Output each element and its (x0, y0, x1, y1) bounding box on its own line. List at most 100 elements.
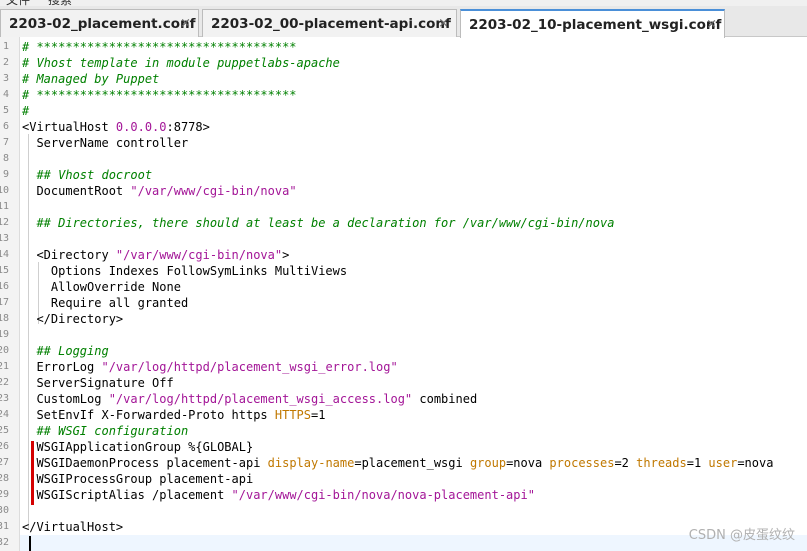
close-icon[interactable]: × (438, 16, 449, 31)
code-token: <Directory (22, 248, 116, 262)
tab-placement-api-conf[interactable]: 2203-02_00-placement-api.conf × (202, 9, 457, 37)
line-number: 6 (2, 121, 9, 132)
code-text: WSGIDaemonProcess placement-api display-… (22, 455, 773, 471)
code-token: > (282, 248, 290, 262)
line-number: 16 (0, 281, 9, 292)
code-token: "/var/www/cgi-bin/nova/nova-placement-ap… (231, 488, 535, 502)
code-line[interactable]: 8 (0, 151, 807, 167)
code-line[interactable]: 27 WSGIDaemonProcess placement-api displ… (0, 455, 807, 471)
text-cursor (29, 536, 31, 551)
line-number: 15 (0, 265, 9, 276)
line-number: 10 (0, 185, 9, 196)
code-text: SetEnvIf X-Forwarded-Proto https HTTPS=1 (22, 407, 325, 423)
line-number: 30 (0, 505, 9, 516)
code-token: ServerName controller (22, 136, 189, 150)
line-number: 32 (0, 537, 9, 548)
code-line[interactable]: 23 CustomLog "/var/log/httpd/placement_w… (0, 391, 807, 407)
code-line[interactable]: 1 # ************************************ (0, 39, 807, 55)
code-token: user (708, 456, 738, 470)
code-token: # ************************************ (22, 40, 297, 54)
code-line[interactable]: 30 (0, 503, 807, 519)
code-line[interactable]: 15 Options Indexes FollowSymLinks MultiV… (0, 263, 807, 279)
code-token: "/var/www/cgi-bin/nova" (130, 184, 297, 198)
code-text: WSGIProcessGroup placement-api (22, 471, 253, 487)
code-token: "/var/log/httpd/placement_wsgi_access.lo… (108, 392, 413, 406)
code-line[interactable]: 3 # Managed by Puppet (0, 71, 807, 87)
code-line[interactable]: 10 DocumentRoot "/var/www/cgi-bin/nova" (0, 183, 807, 199)
close-icon[interactable]: × (180, 16, 191, 31)
code-line[interactable]: 11 (0, 199, 807, 215)
tab-label: 2203-02_00-placement-api.conf (211, 15, 451, 32)
line-number: 20 (0, 345, 9, 356)
tab-placement-wsgi-conf[interactable]: 2203-02_10-placement_wsgi.conf × (460, 9, 725, 38)
watermark: CSDN @皮蛋纹纹 (688, 528, 795, 543)
code-line[interactable]: 13 (0, 231, 807, 247)
code-line[interactable]: 21 ErrorLog "/var/log/httpd/placement_ws… (0, 359, 807, 375)
line-number: 2 (2, 57, 9, 68)
code-text: Require all granted (22, 295, 188, 311)
code-line[interactable]: 16 AllowOverride None (0, 279, 807, 295)
code-text: AllowOverride None (22, 279, 181, 295)
tab-placement-conf[interactable]: 2203-02_placement.conf × (0, 9, 199, 37)
line-number: 8 (2, 153, 9, 164)
line-number: 4 (2, 89, 9, 100)
line-number: 18 (0, 313, 9, 324)
code-line[interactable]: 26 WSGIApplicationGroup %{GLOBAL} (0, 439, 807, 455)
code-line[interactable]: 12 ## Directories, there should at least… (0, 215, 807, 231)
code-token: combined (412, 392, 478, 406)
tab-label: 2203-02_placement.conf (9, 15, 196, 32)
code-line[interactable]: 7 ServerName controller (0, 135, 807, 151)
code-token: =nova (506, 456, 550, 470)
code-text: <VirtualHost 0.0.0.0:8778> (22, 119, 210, 135)
line-number: 24 (0, 409, 9, 420)
code-text: <Directory "/var/www/cgi-bin/nova"> (22, 247, 289, 263)
code-token: ServerSignature Off (22, 376, 174, 390)
code-line[interactable]: 28 WSGIProcessGroup placement-api (0, 471, 807, 487)
code-text: WSGIScriptAlias /placement "/var/www/cgi… (22, 487, 535, 503)
code-line[interactable]: 22 ServerSignature Off (0, 375, 807, 391)
code-token: =nova (737, 456, 774, 470)
code-line[interactable]: 29 WSGIScriptAlias /placement "/var/www/… (0, 487, 807, 503)
code-token: Require all granted (22, 296, 189, 310)
code-text: DocumentRoot "/var/www/cgi-bin/nova" (22, 183, 297, 199)
code-line[interactable]: 2 # Vhost template in module puppetlabs-a… (0, 55, 807, 71)
close-icon[interactable]: × (706, 17, 717, 32)
code-token: :8778> (166, 120, 210, 134)
code-text: # ************************************ (22, 87, 297, 103)
code-token: WSGIDaemonProcess placement-api (22, 456, 268, 470)
code-token: # Vhost template in module puppetlabs-ap… (22, 56, 340, 70)
code-line[interactable]: 31 </VirtualHost> (0, 519, 807, 535)
line-number: 1 (2, 41, 9, 52)
code-line[interactable]: 14 <Directory "/var/www/cgi-bin/nova"> (0, 247, 807, 263)
code-token: </VirtualHost> (22, 520, 124, 534)
line-number: 13 (0, 233, 9, 244)
code-token: display-name (267, 456, 355, 470)
code-token: ## WSGI configuration (22, 424, 189, 438)
code-text: # (22, 103, 29, 119)
code-line[interactable]: 18 </Directory> (0, 311, 807, 327)
line-number: 12 (0, 217, 9, 228)
code-text: </Directory> (22, 311, 123, 327)
code-token: SetEnvIf X-Forwarded-Proto https (22, 408, 275, 422)
code-line[interactable]: 9 ## Vhost docroot (0, 167, 807, 183)
code-line[interactable]: 17 Require all granted (0, 295, 807, 311)
code-token: WSGIScriptAlias /placement (22, 488, 232, 502)
code-line[interactable]: 4 # ************************************ (0, 87, 807, 103)
code-token: CustomLog (22, 392, 109, 406)
code-text: # ************************************ (22, 39, 297, 55)
code-line[interactable]: 20 ## Logging (0, 343, 807, 359)
code-line[interactable]: 19 (0, 327, 807, 343)
tab-bar: 2203-02_placement.conf × 2203-02_00-plac… (0, 6, 807, 38)
code-token: Options Indexes FollowSymLinks MultiView… (22, 264, 348, 278)
code-text: ServerSignature Off (22, 375, 174, 391)
code-token: "/var/www/cgi-bin/nova" (115, 248, 283, 262)
code-line[interactable]: 6 <VirtualHost 0.0.0.0:8778> (0, 119, 807, 135)
code-text: ## Logging (22, 343, 108, 359)
code-line[interactable]: 5 # (0, 103, 807, 119)
code-line[interactable]: 32 (0, 535, 807, 551)
code-token: group (469, 456, 507, 470)
code-text: Options Indexes FollowSymLinks MultiView… (22, 263, 347, 279)
code-line[interactable]: 24 SetEnvIf X-Forwarded-Proto https HTTP… (0, 407, 807, 423)
code-token: # (22, 104, 30, 118)
code-line[interactable]: 25 ## WSGI configuration (0, 423, 807, 439)
